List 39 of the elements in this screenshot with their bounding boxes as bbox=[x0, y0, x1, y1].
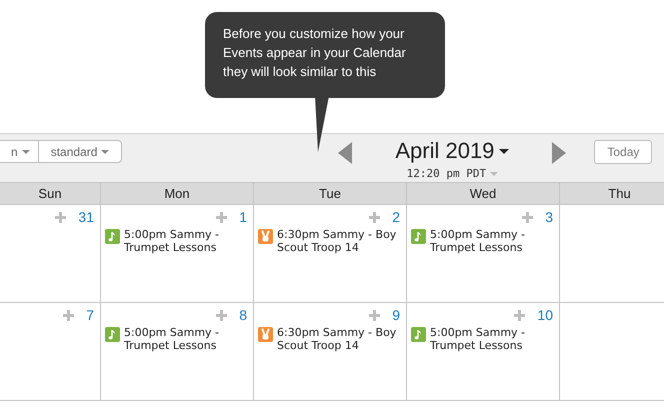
event-title[interactable]: 6:30pm Sammy - Boy Scout Troop 14 bbox=[277, 326, 400, 352]
weekday-header: Sun bbox=[0, 182, 101, 205]
next-arrow-icon[interactable] bbox=[552, 142, 566, 164]
day-number[interactable]: 7 bbox=[86, 307, 94, 323]
event-title[interactable]: 5:00pm Sammy - Trumpet Lessons bbox=[124, 228, 247, 254]
add-icon[interactable] bbox=[522, 212, 534, 222]
add-icon[interactable] bbox=[216, 310, 228, 320]
add-icon[interactable] bbox=[369, 212, 380, 222]
add-icon[interactable] bbox=[63, 310, 74, 320]
caret-icon bbox=[101, 150, 110, 154]
add-icon[interactable] bbox=[514, 310, 526, 320]
add-icon[interactable] bbox=[369, 310, 380, 320]
tooltip-text: Before you customize how your Events appear in your Calendar they will look similar to this bbox=[223, 25, 407, 81]
caret-icon bbox=[499, 148, 510, 154]
day-number[interactable]: 9 bbox=[392, 307, 400, 323]
event-title[interactable]: 6:30pm Sammy - Boy Scout Troop 14 bbox=[277, 228, 400, 254]
weekday-header: Thu bbox=[560, 182, 664, 205]
day-number[interactable]: 10 bbox=[537, 307, 553, 323]
today-button[interactable]: Today bbox=[594, 140, 652, 164]
event-title[interactable]: 5:00pm Sammy - Trumpet Lessons bbox=[430, 326, 553, 352]
day-number[interactable]: 8 bbox=[239, 307, 247, 323]
weekday-header: Mon bbox=[101, 182, 254, 205]
timezone-dropdown[interactable]: 12:20 pm PDT bbox=[406, 167, 498, 180]
month-title[interactable]: April 2019 bbox=[395, 138, 510, 164]
caret-icon bbox=[22, 150, 30, 154]
weekday-header: Tue bbox=[254, 182, 407, 205]
day-number[interactable]: 31 bbox=[78, 209, 94, 225]
day-number[interactable]: 2 bbox=[392, 209, 400, 225]
day-number[interactable]: 3 bbox=[545, 209, 553, 225]
caret-icon bbox=[490, 172, 498, 176]
weekday-header: Wed bbox=[407, 182, 560, 205]
view-dropdown[interactable]: standard bbox=[38, 140, 122, 163]
previous-arrow-icon[interactable] bbox=[338, 142, 352, 164]
view-dropdown[interactable]: n bbox=[0, 140, 38, 163]
event-title[interactable]: 5:00pm Sammy - Trumpet Lessons bbox=[124, 326, 247, 352]
event-title[interactable]: 5:00pm Sammy - Trumpet Lessons bbox=[430, 228, 553, 254]
add-icon[interactable] bbox=[55, 212, 66, 222]
add-icon[interactable] bbox=[216, 212, 228, 222]
day-number[interactable]: 1 bbox=[239, 209, 247, 225]
